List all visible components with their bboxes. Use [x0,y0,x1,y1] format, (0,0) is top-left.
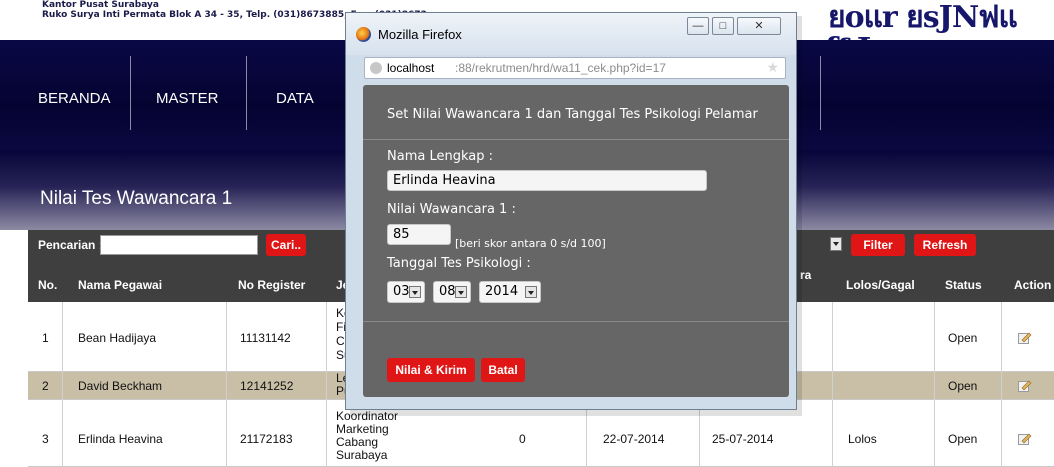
cell-register: 12141252 [240,379,294,393]
cell-no: 3 [42,432,49,446]
column-header-no: No. [38,278,58,292]
cell-register: 21172183 [240,432,293,446]
chevron-down-icon [409,286,421,298]
cell-status: Open [948,331,978,345]
refresh-button[interactable]: Refresh [914,234,976,256]
edit-icon[interactable] [1018,331,1032,344]
search-label: Pencarian : [38,238,103,252]
edit-icon[interactable] [1018,379,1032,392]
cell-nama: David Beckham [78,379,163,393]
nav-item-data[interactable]: DATA [276,90,314,107]
nav-divider [820,56,821,130]
batal-button[interactable]: Batal [481,358,525,382]
year-select[interactable]: 2014 [479,281,541,303]
column-divider [226,302,227,467]
nav-item-beranda[interactable]: BERANDA [38,90,111,107]
nilai-hint: [beri skor antara 0 s/d 100] [455,237,606,250]
year-value: 2014 [485,284,519,299]
cell-no: 1 [42,331,49,345]
close-button[interactable]: ✕ [737,17,781,35]
set-nilai-dialog: Set Nilai Wawancara 1 dan Tanggal Tes Ps… [363,85,789,397]
cell-jabatan-line: Surabaya [336,448,388,462]
popup-window-title: Mozilla Firefox [378,27,462,42]
column-divider [62,302,63,467]
column-header-action: Action [1014,278,1052,292]
search-input[interactable] [100,235,258,255]
popup-titlebar[interactable]: Mozilla Firefox — □ ✕ [346,13,796,55]
address-line-1: Kantor Pusat Surabaya [42,0,159,10]
cell-lolos: Lolos [848,432,877,446]
column-header-nama: Nama Pegawai [78,278,163,292]
tanggal-label: Tanggal Tes Psikologi : [387,256,531,271]
bookmark-star-icon[interactable]: ★ [766,59,779,76]
app-page: Kantor Pusat Surabaya Ruko Surya Inti Pe… [0,0,1054,467]
globe-icon [370,62,382,74]
cell-tanggal-psikologi: 25-07-2014 [712,432,774,446]
search-button[interactable]: Cari.. [266,234,306,256]
url-bar[interactable]: localhost :88/rekrutmen/hrd/wa11_cek.php… [364,57,786,79]
firefox-icon [356,27,371,42]
cell-no: 2 [42,379,49,393]
nilai-kirim-button[interactable]: Nilai & Kirim [387,358,475,382]
page-title: Nilai Tes Wawancara 1 [40,188,233,209]
dialog-heading: Set Nilai Wawancara 1 dan Tanggal Tes Ps… [387,107,758,122]
nav-divider [246,56,247,130]
day-value: 03 [393,284,410,299]
day-select[interactable]: 03 [387,281,425,303]
url-path: :88/rekrutmen/hrd/wa11_cek.php?id=17 [455,61,666,75]
column-header-status: Status [945,278,982,292]
chevron-down-icon [455,286,467,298]
minimize-button[interactable]: — [687,17,709,35]
maximize-button[interactable]: □ [712,17,734,35]
column-divider [934,302,935,467]
column-header-register: No Register [238,278,306,292]
nilai-field[interactable]: 85 [387,224,451,245]
cell-nama: Bean Hadijaya [78,331,157,345]
nilai-label: Nilai Wawancara 1 : [387,202,516,217]
nav-divider [130,56,131,130]
cell-nama: Erlinda Heavina [78,432,163,446]
nav-item-master[interactable]: MASTER [156,90,219,107]
popup-window: Mozilla Firefox — □ ✕ localhost :88/rekr… [345,12,797,410]
column-header-lolos: Lolos/Gagal [846,278,915,292]
cell-register: 11131142 [240,331,291,345]
filter-button[interactable]: Filter [851,234,905,256]
column-divider [832,302,833,467]
month-value: 08 [439,284,456,299]
column-divider [1001,302,1002,467]
cell-tanggal-wawancara: 22-07-2014 [603,432,665,446]
month-select[interactable]: 08 [433,281,471,303]
nama-field[interactable]: Erlinda Heavina [387,170,707,191]
column-divider [326,302,327,467]
filter-select-arrow[interactable] [830,237,842,251]
cell-status: Open [948,379,978,393]
dialog-divider [363,321,789,322]
edit-icon[interactable] [1018,432,1032,445]
nama-label: Nama Lengkap : [387,149,493,164]
url-host: localhost [387,61,435,75]
chevron-down-icon [833,242,839,246]
chevron-down-icon [525,286,537,298]
cell-nilai: 0 [519,432,526,446]
cell-status: Open [948,432,978,446]
dialog-divider [363,139,789,140]
